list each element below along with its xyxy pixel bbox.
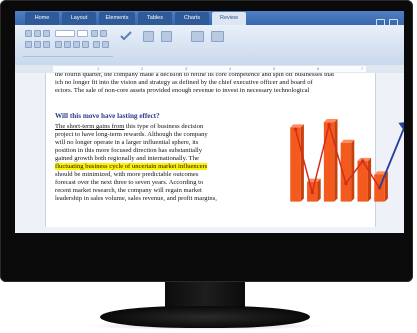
- line-point: [293, 127, 298, 132]
- bar-side: [351, 139, 355, 202]
- underlined-text: The short-term gains from: [55, 123, 125, 130]
- text-line: forecast over the next three to seven ye…: [55, 179, 204, 186]
- text-line: should be minimized, with more predictab…: [55, 171, 199, 178]
- text-line: project to have long-term rewards. Altho…: [55, 131, 208, 138]
- trend-arrow-head: [398, 122, 404, 131]
- text-line: leadership in sales volume, sales revenu…: [55, 195, 217, 202]
- paste-icon[interactable]: [143, 31, 154, 42]
- ruler-tick: 1: [97, 66, 100, 71]
- ruler-tick: 3: [185, 66, 188, 71]
- copy-icon[interactable]: [161, 31, 172, 42]
- bar-side: [317, 178, 321, 202]
- align-center-icon[interactable]: [64, 41, 71, 48]
- document-intro-text[interactable]: the fourth quarter, the company made a d…: [55, 73, 345, 95]
- ribbon-toolbar: [15, 25, 404, 66]
- table-icon[interactable]: [191, 31, 204, 42]
- style-icon[interactable]: [25, 30, 32, 37]
- style-icon[interactable]: [43, 30, 50, 37]
- text-line: will no longer operate in a larger influ…: [55, 139, 199, 146]
- text-line: recent market research, the company will…: [55, 187, 202, 194]
- bar[interactable]: [290, 127, 301, 202]
- check-icon[interactable]: [119, 30, 133, 42]
- text-line: gained growth both regionally and intern…: [55, 155, 199, 162]
- align-left-icon[interactable]: [55, 41, 62, 48]
- line-point: [327, 123, 331, 127]
- text-line: this type of business decision: [124, 123, 204, 130]
- bar-side: [300, 124, 304, 202]
- line-point: [361, 159, 365, 163]
- trend-arrow-line: [378, 125, 404, 189]
- ribbon-group-divider: [23, 56, 113, 57]
- ruler-tick: 5: [273, 66, 276, 71]
- text-line: position in this more focused direction …: [55, 147, 203, 154]
- tab-charts[interactable]: Charts: [175, 12, 209, 25]
- grow-font-icon[interactable]: [91, 30, 98, 37]
- underline-icon[interactable]: [43, 41, 50, 48]
- tab-layout[interactable]: Layout: [62, 12, 96, 25]
- section-heading[interactable]: Will this move have lasting effect?: [55, 112, 160, 120]
- document-body-text[interactable]: The short-term gains from this type of b…: [55, 123, 255, 203]
- italic-icon[interactable]: [34, 41, 41, 48]
- highlighted-text: fluctuating business cycle of uncertain …: [55, 163, 208, 170]
- align-right-icon[interactable]: [73, 41, 80, 48]
- text-line: ich no longer fit into the vision and st…: [55, 79, 313, 86]
- bold-icon[interactable]: [25, 41, 32, 48]
- shrink-font-icon[interactable]: [100, 30, 107, 37]
- bar[interactable]: [323, 122, 335, 202]
- bar-side: [334, 118, 338, 202]
- font-select[interactable]: [55, 30, 75, 37]
- tab-tables[interactable]: Tables: [138, 12, 172, 25]
- ruler-tick: 2: [141, 66, 144, 71]
- numbering-icon[interactable]: [102, 41, 109, 48]
- line-point: [310, 190, 314, 195]
- tab-home[interactable]: Home: [25, 12, 59, 25]
- tab-review[interactable]: Review: [212, 12, 246, 25]
- screen: Home Layout Elements Tables Charts Revie…: [15, 11, 404, 233]
- ribbon-tab-bar: Home Layout Elements Tables Charts Revie…: [15, 11, 404, 27]
- text-line: ectors. The sale of non-core assets prov…: [55, 87, 310, 94]
- bullets-icon[interactable]: [93, 41, 100, 48]
- tab-elements[interactable]: Elements: [99, 12, 135, 25]
- bar-chart[interactable]: [273, 105, 404, 210]
- monitor-bezel: Home Layout Elements Tables Charts Revie…: [0, 0, 413, 282]
- ruler-tick: 4: [229, 66, 232, 71]
- font-size-select[interactable]: [77, 30, 88, 37]
- monitor-stand-base: [100, 306, 310, 328]
- ruler-tick: 7: [361, 66, 364, 71]
- image-icon[interactable]: [211, 31, 224, 42]
- style-icon[interactable]: [34, 30, 41, 37]
- justify-icon[interactable]: [82, 41, 89, 48]
- ruler-tick: 6: [317, 66, 320, 71]
- line-point: [344, 181, 348, 186]
- bar-side: [367, 157, 372, 202]
